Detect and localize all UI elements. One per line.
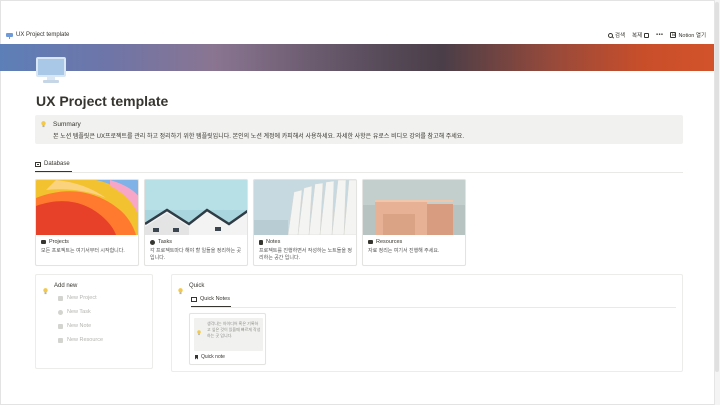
tab-database-label: Database [44,161,70,167]
quick-panel: Quick Quick Notes 생각나는 아이디어 혹은 기록하고 싶은 것… [171,274,683,372]
check-circle-icon [150,239,155,245]
archive-icon [368,240,373,244]
add-new-panel: Add new New Project New Task New Note Ne… [35,274,153,369]
note-preview: 생각나는 아이디어 혹은 기록하고 싶은 것이 있을때 빠르게 작성하는 곳 입… [194,318,263,351]
duplicate-label: 복제 [632,33,643,39]
note-icon [58,323,63,329]
card-projects[interactable]: Projects 모든 프로젝트는 여기서부터 시작합니다. [35,179,139,266]
new-task-label: New Task [67,309,91,315]
more-button[interactable]: ••• [656,32,663,38]
new-task-button[interactable]: New Task [58,309,91,315]
quick-note-card[interactable]: 생각나는 아이디어 혹은 기록하고 싶은 것이 있을때 빠르게 작성하는 곳 입… [189,313,266,365]
card-cover-image [36,180,138,235]
duplicate-button[interactable]: 복제 [632,31,650,39]
lightbulb-icon [197,323,201,341]
scrollbar-thumb[interactable] [715,2,719,372]
top-bar: UX Project template 검색 복제 ••• N Notion 열… [0,27,714,43]
tab-database[interactable]: Database [35,161,70,167]
add-new-heading: Add new [54,283,78,289]
new-resource-label: New Resource [67,337,104,343]
card-cover-image [363,180,465,235]
card-title: Tasks [158,239,173,245]
check-circle-icon [58,309,63,315]
new-project-button[interactable]: New Project [58,295,97,301]
gallery-icon [35,161,41,167]
tab-quick-notes-label: Quick Notes [200,296,230,302]
card-description: 각 프로젝트마다 해야 할 일들을 정리하는 곳입니다. [150,248,242,261]
summary-body: 본 노션 템플릿은 UX프로젝트를 관리 하고 정리하기 위한 템플릿입니다. … [53,134,464,140]
summary-callout: Summary 본 노션 템플릿은 UX프로젝트를 관리 하고 정리하기 위한 … [35,115,683,144]
tab-divider [191,307,676,308]
folder-icon [58,295,63,301]
note-preview-text: 생각나는 아이디어 혹은 기록하고 싶은 것이 있을때 빠르게 작성하는 곳 입… [207,321,261,338]
quick-heading: Quick [189,283,205,289]
note-icon [259,239,263,245]
new-note-label: New Note [67,323,92,329]
card-description: 프로젝트를 진행하면서 작성하는 노트들을 정리하는 공간 입니다. [259,248,352,261]
page-title: UX Project template [36,93,169,109]
card-description: 자료 정리는 여기서 진행해 주세요. [368,248,440,254]
summary-heading: Summary [53,121,81,128]
card-cover-image [254,180,356,235]
gallery-icon [191,296,197,302]
tab-divider [35,172,683,173]
lightbulb-icon [178,282,183,300]
card-resources[interactable]: Resources 자료 정리는 여기서 진행해 주세요. [362,179,466,266]
search-label: 검색 [614,33,626,39]
notion-logo-icon: N [670,32,677,38]
bookmark-icon [195,354,198,360]
card-title: Notes [266,239,281,245]
new-project-label: New Project [67,295,97,301]
lightbulb-icon [43,282,48,300]
card-description: 모든 프로젝트는 여기서부터 시작합니다. [41,248,125,254]
lightbulb-icon [41,121,46,128]
open-notion-button[interactable]: N Notion 열기 [670,31,706,39]
archive-icon [58,337,63,343]
page-cover [0,44,714,71]
tab-quick-notes[interactable]: Quick Notes [191,296,230,302]
breadcrumb-page-name: UX Project template [16,32,70,38]
note-title: Quick note [201,354,225,360]
card-tasks[interactable]: Tasks 각 프로젝트마다 해야 할 일들을 정리하는 곳입니다. [144,179,248,266]
card-title: Resources [376,239,403,245]
top-actions: 검색 복제 ••• N Notion 열기 [607,27,706,43]
card-title: Projects [49,239,69,245]
duplicate-icon [644,32,650,38]
computer-icon [6,32,13,39]
card-cover-image [145,180,247,235]
computer-page-icon[interactable] [36,57,66,83]
breadcrumb[interactable]: UX Project template [6,32,70,39]
search-button[interactable]: 검색 [607,31,626,39]
open-notion-label: Notion 열기 [678,33,706,39]
scrollbar[interactable] [714,0,720,405]
folder-icon [41,240,46,244]
new-note-button[interactable]: New Note [58,323,91,329]
card-notes[interactable]: Notes 프로젝트를 진행하면서 작성하는 노트들을 정리하는 공간 입니다. [253,179,357,266]
new-resource-button[interactable]: New Resource [58,337,103,343]
search-icon [607,32,613,38]
